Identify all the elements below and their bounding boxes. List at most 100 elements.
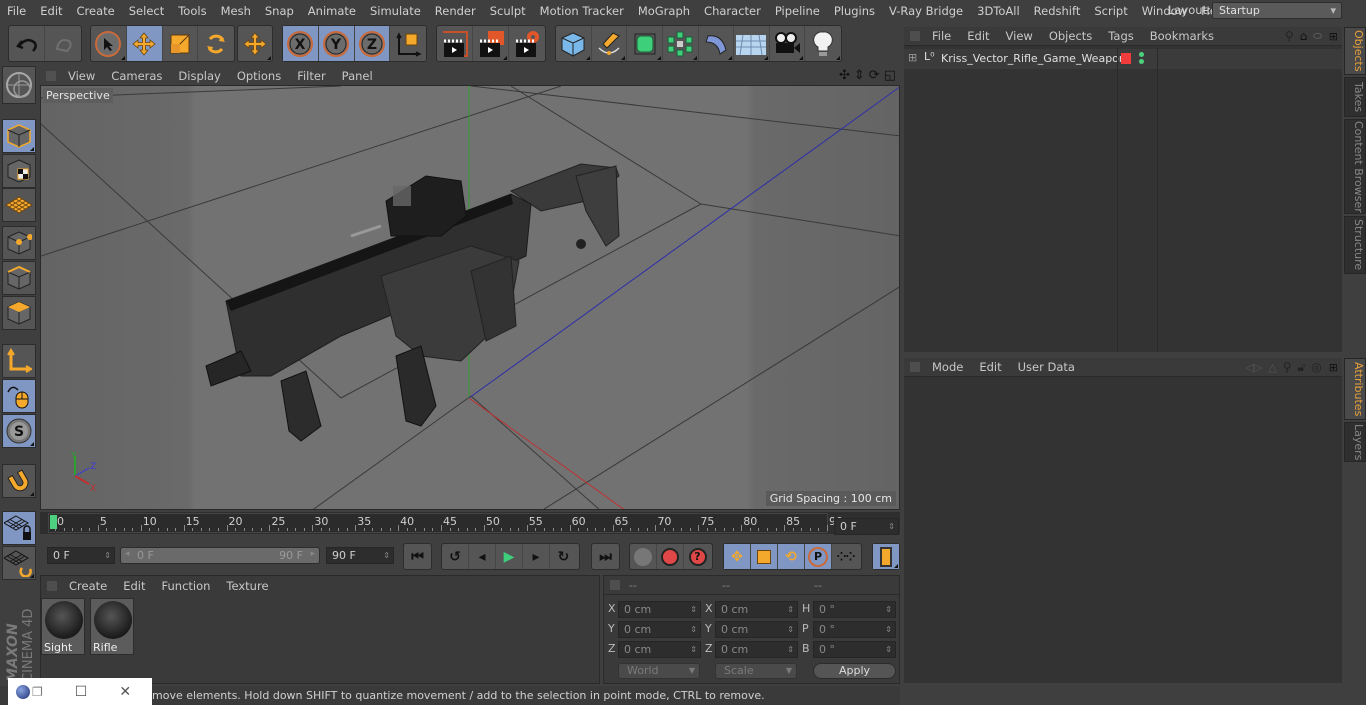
current-frame-field[interactable]: 0 F ⇕ (834, 518, 899, 535)
object-row[interactable]: ⊞ L⁰ Kriss_Vector_Rifle_Game_Weapon (904, 49, 1342, 69)
lock-icon[interactable]: 🔓︎ (1295, 360, 1309, 375)
bend-deformer-button[interactable] (699, 26, 735, 61)
attribute-menu-mode[interactable]: Mode (924, 360, 971, 374)
scale-button[interactable] (163, 26, 199, 61)
camera-button[interactable] (770, 26, 806, 61)
dolly-view-icon[interactable]: ⇕ (852, 68, 867, 83)
viewport-menu-panel[interactable]: Panel (334, 69, 381, 83)
target-icon[interactable]: ◎ (1308, 360, 1324, 374)
polygons-mode-button[interactable] (2, 296, 36, 330)
object-name[interactable]: Kriss_Vector_Rifle_Game_Weapon (941, 52, 1126, 65)
next-key-button[interactable]: ↻ (550, 544, 577, 569)
menu-create[interactable]: Create (70, 4, 122, 18)
material-sight[interactable]: Sight (41, 598, 85, 655)
y-axis-lock-button[interactable]: Y (318, 26, 355, 61)
tweak-mode-button[interactable] (2, 379, 36, 413)
object-menu-bookmarks[interactable]: Bookmarks (1142, 29, 1222, 43)
preview-range-slider[interactable]: ◂ 0 F 90 F ▸ (120, 547, 320, 564)
search-icon[interactable]: ⚲ (1280, 360, 1295, 374)
material-menu-create[interactable]: Create (61, 579, 115, 593)
tab-structure[interactable]: Structure (1344, 216, 1366, 274)
points-mode-button[interactable] (2, 226, 36, 260)
make-editable-button[interactable] (2, 66, 36, 104)
go-to-end-button[interactable]: ⏭ (592, 544, 619, 569)
panel-grip-icon[interactable] (610, 580, 620, 590)
menu-motion-tracker[interactable]: Motion Tracker (533, 4, 631, 18)
menu-vray-bridge[interactable]: V-Ray Bridge (882, 4, 970, 18)
material-rifle[interactable]: Rifle (90, 598, 134, 655)
tab-objects[interactable]: Objects (1344, 27, 1366, 75)
menu-snap[interactable]: Snap (258, 4, 301, 18)
menu-select[interactable]: Select (122, 4, 171, 18)
track-rotation-button[interactable]: ⟲ (778, 544, 805, 569)
track-position-button[interactable]: ✥ (724, 544, 751, 569)
menu-render[interactable]: Render (428, 4, 483, 18)
layout-dropdown[interactable]: Startup (1212, 2, 1342, 19)
menu-script[interactable]: Script (1087, 4, 1134, 18)
object-menu-edit[interactable]: Edit (959, 29, 997, 43)
snap-button[interactable] (2, 464, 36, 498)
object-menu-file[interactable]: File (924, 29, 959, 43)
rot-h-field[interactable]: 0 ° ⇕ (813, 601, 896, 618)
play-button[interactable]: ▶ (496, 544, 523, 569)
spinner-icon[interactable]: ⇕ (383, 548, 390, 563)
pos-y-field[interactable]: 0 cm ⇕ (618, 621, 701, 638)
apply-button[interactable]: Apply (813, 663, 896, 679)
recent-tool-button[interactable] (238, 26, 272, 61)
expand-icon[interactable]: ⊞ (908, 51, 917, 64)
tab-attributes[interactable]: Attributes (1344, 358, 1366, 420)
live-selection-button[interactable] (91, 26, 127, 61)
size-mode-dropdown[interactable]: Scale ▼ (715, 663, 797, 679)
menu-animate[interactable]: Animate (301, 4, 363, 18)
attribute-menu-edit[interactable]: Edit (971, 360, 1009, 374)
menu-mesh[interactable]: Mesh (214, 4, 258, 18)
start-frame-field[interactable]: 0 F ⇕ (47, 547, 115, 564)
attribute-menu-user-data[interactable]: User Data (1010, 360, 1083, 374)
previous-key-button[interactable]: ↺ (442, 544, 469, 569)
panel-grip-icon[interactable] (47, 580, 57, 591)
track-parameter-button[interactable]: P (805, 544, 832, 569)
camera-label[interactable]: Perspective (43, 88, 113, 103)
rotate-view-icon[interactable]: ⟳ (867, 68, 882, 83)
timeline-ruler[interactable]: 051015202530354045505560657075808590 (48, 513, 843, 533)
up-arrow-icon[interactable]: △ (1265, 361, 1279, 374)
tab-takes[interactable]: Takes (1344, 77, 1366, 117)
undo-button[interactable] (9, 26, 45, 61)
autokey-button[interactable] (630, 544, 657, 569)
texture-mode-button[interactable] (2, 154, 36, 188)
new-panel-icon[interactable]: ⊞ (1325, 30, 1342, 43)
spinner-icon[interactable]: ⇕ (104, 548, 111, 563)
layer-color-swatch[interactable] (1121, 53, 1131, 64)
range-right-arrow-icon[interactable]: ▸ (310, 549, 315, 559)
track-pla-button[interactable]: ⁘⁘ (832, 544, 859, 569)
restore-icon[interactable]: ❐ (32, 685, 43, 699)
x-axis-lock-button[interactable]: X (283, 26, 319, 61)
solo-mode-button[interactable]: S (2, 414, 36, 448)
object-menu-tags[interactable]: Tags (1100, 29, 1141, 43)
menu-pipeline[interactable]: Pipeline (768, 4, 827, 18)
redo-button[interactable] (45, 26, 81, 61)
close-icon[interactable]: ✕ (119, 684, 131, 700)
panel-grip-icon[interactable] (910, 362, 920, 372)
maximize-icon[interactable]: ☐ (75, 684, 88, 700)
menu-edit[interactable]: Edit (33, 4, 69, 18)
next-frame-button[interactable]: ▸ (523, 544, 550, 569)
lock-workplane-button[interactable] (2, 511, 36, 545)
floor-button[interactable] (734, 26, 770, 61)
home-icon[interactable]: ⌂ (1297, 29, 1311, 43)
cube-button[interactable] (556, 26, 592, 61)
menu-redshift[interactable]: Redshift (1027, 4, 1088, 18)
size-y-field[interactable]: 0 cm ⇕ (715, 621, 798, 638)
panel-grip-icon[interactable] (46, 70, 56, 81)
subdivision-surface-button[interactable] (627, 26, 663, 61)
end-frame-field[interactable]: 90 F ⇕ (326, 547, 394, 564)
menu-sculpt[interactable]: Sculpt (483, 4, 533, 18)
edges-mode-button[interactable] (2, 261, 36, 295)
range-left-arrow-icon[interactable]: ◂ (125, 549, 130, 559)
pos-x-field[interactable]: 0 cm ⇕ (618, 601, 701, 618)
menu-file[interactable]: File (0, 4, 33, 18)
rot-p-field[interactable]: 0 ° ⇕ (813, 621, 896, 638)
pen-button[interactable] (592, 26, 628, 61)
workplane-mode-button[interactable] (2, 188, 36, 222)
cloner-button[interactable] (663, 26, 699, 61)
